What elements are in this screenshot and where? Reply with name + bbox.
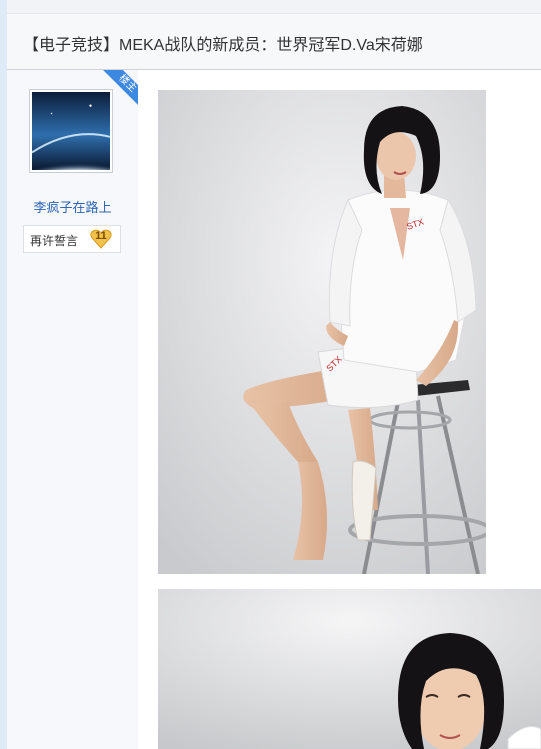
level-heart-icon: 11 — [90, 229, 112, 249]
oath-badge[interactable]: 再许誓言 11 — [23, 225, 121, 253]
post-photo-2 — [158, 589, 541, 749]
avatar-image — [32, 92, 110, 170]
level-number: 11 — [95, 230, 107, 242]
avatar[interactable] — [29, 89, 113, 173]
post-photo-1: STX STX — [158, 90, 486, 574]
post-page: 【电子竞技】MEKA战队的新成员：世界冠军D.Va宋荷娜 楼主 李疯子在路上 再… — [7, 0, 541, 749]
top-strip — [7, 0, 541, 14]
post-title-bar: 【电子竞技】MEKA战队的新成员：世界冠军D.Va宋荷娜 — [7, 14, 541, 70]
author-name[interactable]: 李疯子在路上 — [7, 197, 138, 216]
oath-label: 再许誓言 — [30, 234, 79, 248]
author-sidebar: 楼主 李疯子在路上 再许誓言 11 — [7, 70, 138, 749]
post-title: 【电子竞技】MEKA战队的新成员：世界冠军D.Va宋荷娜 — [23, 37, 423, 54]
